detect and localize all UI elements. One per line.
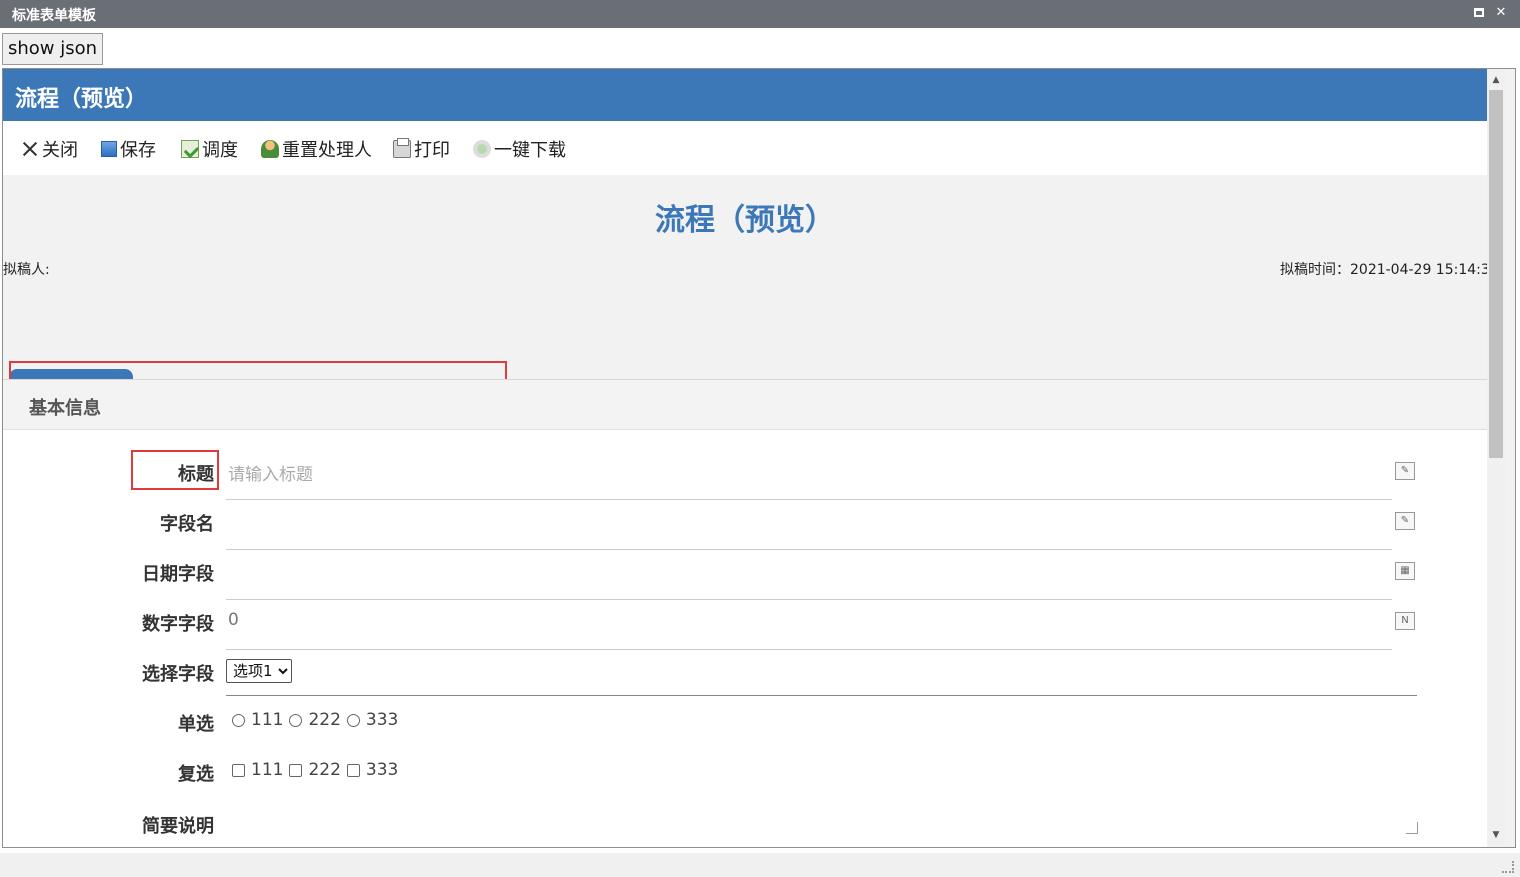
maximize-button[interactable] (1470, 4, 1488, 22)
close-label: 关闭 (42, 140, 78, 161)
checkbox[interactable] (346, 763, 360, 777)
select-field-row: 选择字段 选项1 (3, 650, 1487, 700)
number-field-row: 数字字段 0 N (3, 600, 1487, 650)
close-window-button[interactable]: ✕ (1492, 4, 1510, 22)
summary-field-label: 简要说明 (142, 816, 214, 837)
dispatch-button[interactable]: 调度 (181, 137, 238, 161)
checkbox-option-3[interactable]: 333 (346, 760, 399, 780)
show-json-button[interactable]: show json (2, 33, 103, 65)
field-name-input[interactable] (226, 500, 1392, 550)
radio-button[interactable] (289, 713, 303, 727)
field-name-label: 字段名 (160, 514, 214, 535)
document-content: 流程（预览） 拟稿人: 拟稿时间：2021-04-29 15:14:3 基本信息… (3, 175, 1490, 847)
reset-handler-button[interactable]: 重置处理人 (261, 137, 372, 161)
save-icon (101, 141, 117, 157)
download-icon (473, 140, 491, 158)
download-all-label: 一键下载 (494, 140, 566, 161)
download-all-button[interactable]: 一键下载 (473, 137, 566, 161)
document-title: 流程（预览） (655, 203, 835, 238)
checkbox-option-2[interactable]: 222 (289, 760, 341, 780)
close-button[interactable]: 关闭 (21, 137, 78, 161)
number-field-input[interactable]: 0 (226, 600, 1392, 650)
form-frame: 流程（预览） 关闭 保存 调度 重置处理人 打印 一键下载 流程（预览） 拟稿人 (2, 68, 1516, 848)
radio-field-row: 单选 111 222 333 (3, 700, 1487, 750)
edit-icon[interactable]: ✎ (1395, 462, 1415, 480)
close-icon (21, 140, 39, 158)
calendar-icon[interactable]: ▦ (1395, 562, 1415, 580)
radio-group: 111 222 333 (232, 710, 404, 730)
field-name-row: 字段名 ✎ (3, 500, 1487, 550)
basic-info-panel: 基本信息 标题 请输入标题 ✎ 字段名 ✎ 日期字段 ▦ 数字字段 0 N 选择… (3, 379, 1487, 847)
date-field-label: 日期字段 (142, 564, 214, 585)
date-field-input[interactable] (226, 550, 1392, 600)
number-field-label: 数字字段 (142, 614, 214, 635)
textarea-resize-handle[interactable] (1406, 822, 1418, 834)
checkbox-field-row: 复选 111 222 333 (3, 750, 1487, 800)
panel-title: 基本信息 (29, 398, 101, 419)
checkbox[interactable] (232, 763, 245, 777)
checkbox-option-label: 333 (365, 760, 399, 780)
vertical-scrollbar[interactable]: ▲ ▼ (1487, 70, 1505, 845)
draft-time-value: 2021-04-29 15:14:3 (1350, 262, 1490, 278)
number-icon[interactable]: N (1395, 612, 1415, 630)
printer-icon (393, 138, 411, 158)
maximize-icon (1474, 8, 1484, 17)
save-label: 保存 (120, 140, 156, 161)
checkbox-field-label: 复选 (178, 764, 214, 785)
scroll-down-icon[interactable]: ▼ (1487, 827, 1505, 843)
print-label: 打印 (414, 140, 450, 161)
title-input[interactable]: 请输入标题 (226, 450, 1392, 500)
radio-option-label: 222 (308, 710, 341, 730)
date-field-row: 日期字段 ▦ (3, 550, 1487, 600)
select-field-container: 选项1 (226, 650, 1417, 696)
radio-button[interactable] (346, 713, 360, 727)
checkbox-group: 111 222 333 (232, 760, 404, 780)
radio-option-2[interactable]: 222 (289, 710, 341, 730)
radio-option-label: 111 (251, 710, 284, 730)
radio-option-3[interactable]: 333 (346, 710, 399, 730)
print-button[interactable]: 打印 (393, 137, 450, 161)
checkbox-option-label: 222 (308, 760, 341, 780)
checkbox[interactable] (289, 763, 303, 777)
save-button[interactable]: 保存 (101, 137, 156, 161)
checkbox-option-1[interactable]: 111 (232, 760, 283, 780)
select-field-label: 选择字段 (142, 664, 214, 685)
app-header: 流程（预览） (3, 69, 1487, 121)
window-titlebar: 标准表单模板 ✕ (0, 0, 1520, 28)
summary-field-row: 简要说明 (3, 802, 1487, 847)
select-field-dropdown[interactable]: 选项1 (226, 659, 292, 683)
reset-handler-label: 重置处理人 (282, 140, 372, 161)
user-reset-icon (261, 140, 279, 158)
checkbox-option-label: 111 (251, 760, 284, 780)
radio-button[interactable] (232, 713, 245, 727)
resize-grip-icon[interactable] (1502, 861, 1514, 873)
status-bar (0, 853, 1520, 877)
title-label-highlight (131, 450, 219, 490)
drafter-label: 拟稿人: (3, 262, 50, 278)
title-row: 标题 请输入标题 ✎ (3, 450, 1487, 500)
toolbar: 关闭 保存 调度 重置处理人 打印 一键下载 (3, 121, 1487, 175)
panel-header: 基本信息 (3, 380, 1487, 430)
edit-icon[interactable]: ✎ (1395, 512, 1415, 530)
draft-time: 拟稿时间：2021-04-29 15:14:3 (1280, 259, 1490, 279)
radio-option-1[interactable]: 111 (232, 710, 283, 730)
dispatch-label: 调度 (202, 140, 238, 161)
radio-field-label: 单选 (178, 714, 214, 735)
scrollbar-thumb[interactable] (1489, 90, 1503, 458)
scroll-up-icon[interactable]: ▲ (1487, 72, 1505, 88)
window-title: 标准表单模板 (12, 8, 96, 24)
dispatch-icon (181, 140, 199, 158)
draft-time-label: 拟稿时间： (1280, 262, 1350, 278)
radio-option-label: 333 (365, 710, 399, 730)
header-title: 流程（预览） (15, 87, 148, 112)
